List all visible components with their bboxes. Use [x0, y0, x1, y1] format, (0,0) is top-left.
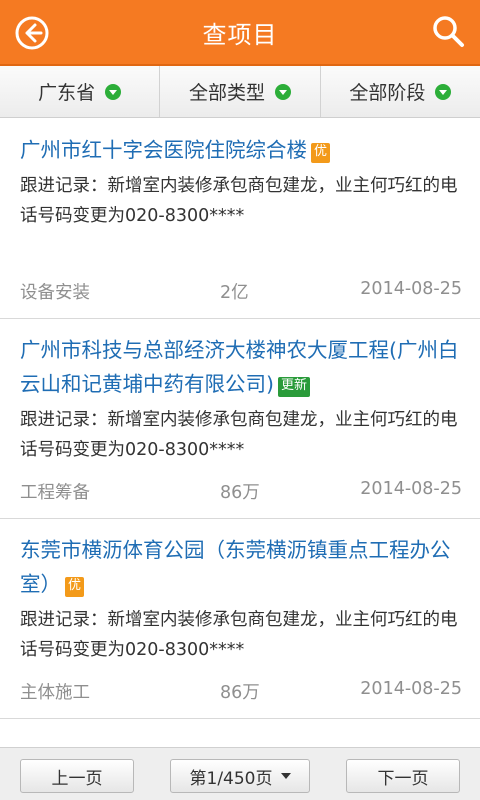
project-amount: 86万: [220, 483, 260, 503]
filter-stage[interactable]: 全部阶段: [321, 66, 480, 117]
project-stage: 主体施工: [20, 683, 90, 703]
dropdown-dot-icon: [105, 83, 122, 100]
filter-bar: 广东省 全部类型 全部阶段: [0, 66, 480, 118]
magnifier-icon[interactable]: [430, 13, 466, 49]
project-record: 跟进记录：新增室内装修承包商包建龙，业主何巧红的电话号码变更为020-8300*…: [20, 410, 458, 460]
pagination-bar: 上一页 第1/450页 下一页: [0, 747, 480, 800]
filter-type-label: 全部类型: [188, 82, 265, 104]
project-amount: 86万: [220, 683, 260, 703]
caret-down-icon: [280, 773, 291, 779]
project-stage: 设备安装: [20, 283, 90, 303]
page-select[interactable]: 第1/450页: [170, 759, 310, 793]
dropdown-dot-icon: [435, 83, 452, 100]
filter-province[interactable]: 广东省: [0, 66, 161, 117]
project-amount: 2亿: [220, 283, 249, 303]
filter-province-label: 广东省: [38, 82, 96, 104]
list-item[interactable]: 广州市红十字会医院住院综合楼优 跟进记录：新增室内装修承包商包建龙，业主何巧红的…: [0, 119, 480, 319]
project-record: 跟进记录：新增室内装修承包商包建龙，业主何巧红的电话号码变更为020-8300*…: [20, 610, 458, 660]
list-item[interactable]: 广州市科技与总部经济大楼神农大厦工程(广州白云山和记黄埔中药有限公司) 更新 跟进…: [0, 319, 480, 519]
status-badge: 更新: [278, 377, 311, 397]
project-meta: 设备安装 2亿 2014-08-25: [20, 279, 462, 304]
project-name: 广州市科技与总部经济大楼神农大厦工程(广州白云山和记黄埔中药有限公司) 更新: [20, 333, 462, 401]
project-date: 2014-08-25: [360, 679, 462, 699]
next-page-button[interactable]: 下一页: [346, 759, 460, 793]
project-meta: 工程筹备 86万 2014-08-25: [20, 479, 462, 504]
project-stage: 工程筹备: [20, 483, 90, 503]
project-meta: 主体施工 86万 2014-08-25: [20, 679, 462, 704]
filter-type[interactable]: 全部类型: [160, 66, 321, 117]
dropdown-dot-icon: [275, 83, 291, 100]
project-date: 2014-08-25: [360, 279, 462, 299]
prev-page-button[interactable]: 上一页: [20, 759, 134, 793]
project-name: 东莞市横沥体育公园（东莞横沥镇重点工程办公室）优: [20, 533, 462, 601]
page-title: 查项目: [202, 20, 278, 49]
app-header: 查项目: [0, 0, 480, 66]
filter-stage-label: 全部阶段: [349, 82, 426, 104]
project-list: 广州市红十字会医院住院综合楼优 跟进记录：新增室内装修承包商包建龙，业主何巧红的…: [0, 119, 480, 719]
project-name-text: 广州市科技与总部经济大楼神农大厦工程(广州白云山和记黄埔中药有限公司): [20, 338, 459, 396]
project-name-text: 广州市红十字会医院住院综合楼: [20, 138, 307, 162]
project-name: 广州市红十字会医院住院综合楼优: [20, 133, 462, 167]
project-date: 2014-08-25: [360, 479, 462, 499]
project-record: 跟进记录：新增室内装修承包商包建龙，业主何巧红的电话号码变更为020-8300*…: [20, 176, 458, 226]
status-badge: 优: [65, 577, 85, 597]
page-select-label: 第1/450页: [189, 768, 273, 789]
status-badge: 优: [311, 143, 331, 163]
back-arrow-circle-icon[interactable]: [14, 15, 50, 51]
list-item[interactable]: 东莞市横沥体育公园（东莞横沥镇重点工程办公室）优 跟进记录：新增室内装修承包商包…: [0, 519, 480, 719]
project-name-text: 东莞市横沥体育公园（东莞横沥镇重点工程办公室）: [20, 538, 451, 596]
